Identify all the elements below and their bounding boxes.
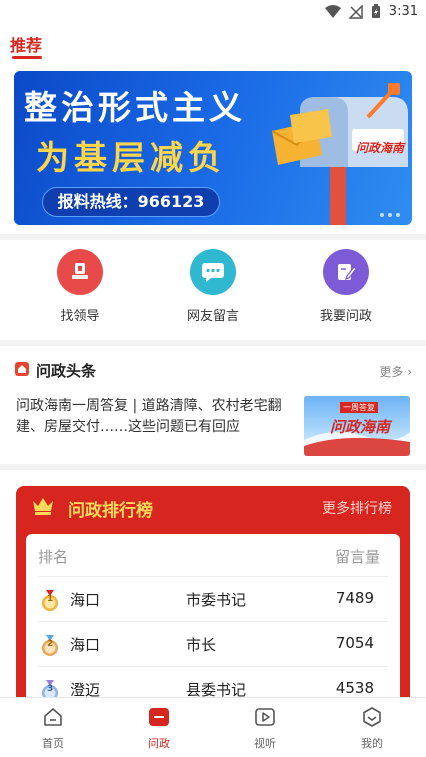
- column-count: 留言量: [334, 548, 380, 566]
- ranking-section: 问政排行榜 更多排行榜 排名 留言量 1 海口 市委书记 7489 2 海口 市…: [0, 470, 426, 734]
- profile-icon: [363, 707, 381, 727]
- rank-post: 市委书记: [186, 591, 247, 609]
- top-tab-bar: 推荐: [0, 26, 426, 62]
- more-rankings-link[interactable]: 更多排行榜: [322, 498, 392, 518]
- headline-section: 问政头条 更多 › 问政海南一周答复 | 道路清障、农村老宅翻建、房屋交付……这…: [0, 346, 426, 464]
- battery-icon: [371, 4, 380, 18]
- crown-icon: [33, 498, 53, 515]
- nav-home[interactable]: 首页: [23, 706, 83, 751]
- tab-indicator: [12, 56, 42, 59]
- thumbnail-title: 问政海南: [330, 418, 391, 436]
- quick-entry-label: 找领导: [60, 309, 100, 324]
- flame-home-icon: [15, 362, 29, 376]
- nav-label: 首页: [42, 737, 64, 750]
- wenzheng-icon: [149, 708, 169, 726]
- chat-icon: [202, 263, 224, 282]
- edit-icon: [338, 264, 357, 280]
- headline-article-title[interactable]: 问政海南一周答复 | 道路清障、农村老宅翻建、房屋交付……这些问题已有回应: [16, 396, 292, 438]
- quick-entry-circle: [57, 249, 103, 295]
- banner-badge: 问政海南: [355, 141, 404, 155]
- quick-entry-label: 我要问政: [319, 309, 372, 324]
- carousel-dots: [380, 213, 400, 217]
- nav-profile[interactable]: 我的: [342, 706, 402, 751]
- column-rank: 排名: [38, 548, 69, 566]
- ranking-header-row: 排名 留言量: [26, 534, 400, 576]
- quick-entry-circle: [323, 249, 369, 295]
- section-title: 问政头条: [36, 362, 97, 380]
- quick-entry-circle: [190, 249, 236, 295]
- status-bar: 3:31: [0, 0, 426, 26]
- play-icon: [255, 708, 275, 726]
- nav-label: 我的: [361, 737, 383, 750]
- wifi-icon: [324, 4, 341, 18]
- bottom-nav: 首页 问政 视听 我的: [0, 697, 426, 757]
- clock: 3:31: [388, 4, 418, 19]
- ranking-card: 问政排行榜 更多排行榜 排名 留言量 1 海口 市委书记 7489 2 海口 市…: [16, 486, 410, 734]
- thumbnail-tag: 一周答复: [340, 402, 378, 413]
- banner-carousel[interactable]: 整治形式主义 为基层减负 报料热线：966123 问政海南: [14, 71, 412, 225]
- headline-more-link[interactable]: 更多 ›: [379, 363, 412, 380]
- quick-entry-netizen-message[interactable]: 网友留言: [163, 249, 263, 324]
- rank-city: 海口: [70, 636, 101, 654]
- headline-thumbnail[interactable]: 一周答复 问政海南: [304, 396, 410, 456]
- table-row[interactable]: 1 海口 市委书记 7489: [38, 576, 388, 621]
- tab-recommend[interactable]: 推荐: [10, 32, 42, 56]
- signal-off-icon: [348, 4, 363, 19]
- rank-number: 3: [47, 684, 54, 694]
- banner-subheadline: 为基层减负: [36, 138, 226, 177]
- rank-number: 1: [47, 594, 54, 604]
- quick-entry-label: 网友留言: [186, 309, 239, 324]
- nav-wenzheng[interactable]: 问政: [129, 706, 189, 751]
- rank-number: 2: [47, 639, 54, 649]
- rank-count: 7054: [335, 634, 374, 652]
- banner-headline: 整治形式主义: [24, 88, 246, 127]
- nav-label: 视听: [254, 737, 276, 750]
- rank-post: 市长: [186, 636, 217, 654]
- rank-city: 海口: [70, 591, 101, 609]
- table-row[interactable]: 2 海口 市长 7054: [38, 621, 388, 666]
- app-screen: 3:31 推荐 整治形式主义 为基层减负 报料热线：966123 问政海南 找领…: [0, 0, 426, 757]
- banner-hotline: 报料热线：966123: [42, 187, 220, 217]
- stamp-icon: [72, 263, 88, 279]
- quick-entry-ask-government[interactable]: 我要问政: [296, 249, 396, 324]
- quick-entry-find-leader[interactable]: 找领导: [30, 249, 130, 324]
- nav-media[interactable]: 视听: [235, 706, 295, 751]
- rank-count: 7489: [335, 589, 374, 607]
- home-icon: [44, 708, 62, 726]
- rank-count: 4538: [335, 679, 374, 697]
- nav-label: 问政: [148, 737, 170, 750]
- quick-entry-grid: 找领导 网友留言 我要问政: [0, 240, 426, 340]
- ranking-title: 问政排行榜: [68, 501, 153, 521]
- banner-section: 整治形式主义 为基层减负 报料热线：966123 问政海南: [0, 62, 426, 234]
